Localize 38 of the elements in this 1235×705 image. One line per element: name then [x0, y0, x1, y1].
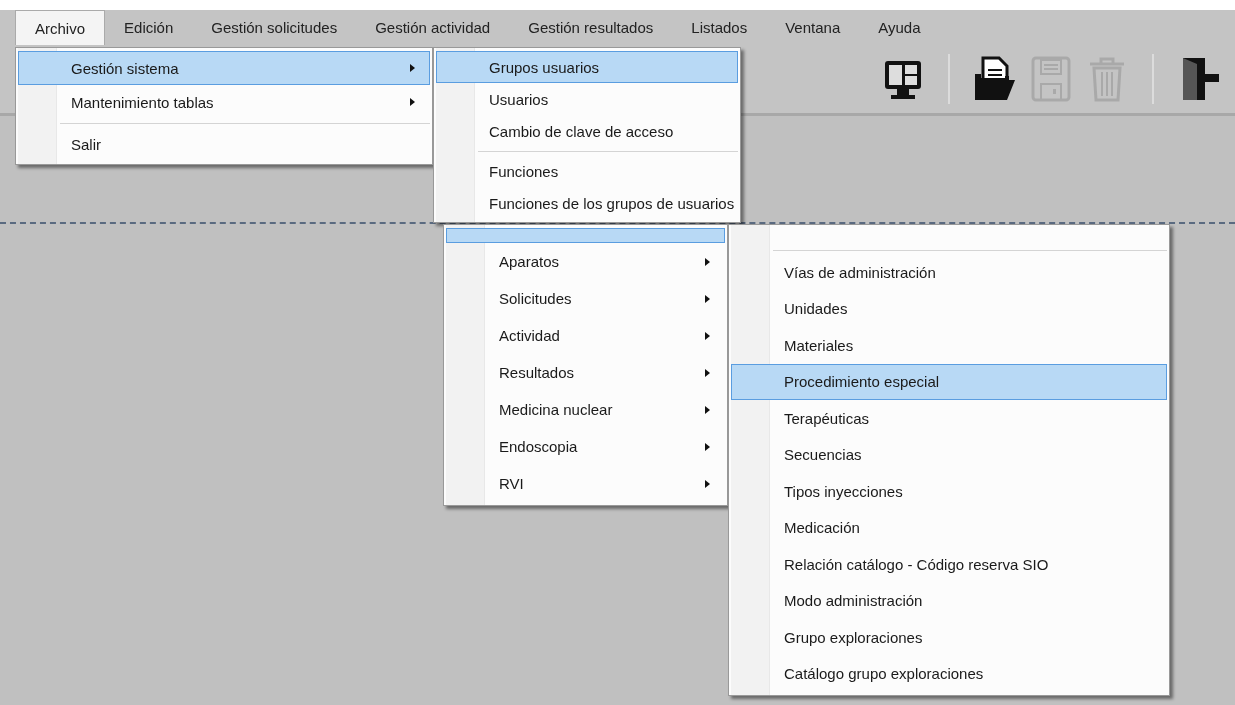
trash-icon: [1087, 56, 1127, 102]
menu-bar-item[interactable]: Gestión actividad: [356, 10, 510, 45]
menu-item[interactable]: Actividad: [446, 317, 725, 354]
menu-item[interactable]: Catálogo grupo exploraciones: [731, 655, 1167, 692]
menu-item[interactable]: Endoscopia: [446, 428, 725, 465]
menu-bar-item[interactable]: Edición: [105, 10, 193, 45]
menu-item[interactable]: Resultados: [446, 354, 725, 391]
menu-bar-item[interactable]: Archivo: [15, 10, 106, 45]
menu-item[interactable]: Tipos inyecciones: [731, 473, 1167, 510]
folder-document-icon: [973, 56, 1017, 102]
menu-bar-item[interactable]: Ayuda: [859, 10, 940, 45]
menu-item[interactable]: Solicitudes: [446, 280, 725, 317]
menu-bar-item[interactable]: Ventana: [766, 10, 860, 45]
menu-item[interactable]: Usuarios: [436, 83, 738, 115]
menu-item[interactable]: Gestión sistema: [18, 51, 430, 85]
menu-bar-item[interactable]: Gestión resultados: [509, 10, 673, 45]
menu-item[interactable]: RVI: [446, 465, 725, 502]
menu-item[interactable]: Cambio de clave de acceso: [436, 115, 738, 147]
menu-item[interactable]: Mantenimiento tablas: [18, 85, 430, 119]
menu-item[interactable]: Funciones de los grupos de usuarios: [436, 187, 738, 219]
menu-item[interactable]: Procedimiento especial: [731, 363, 1167, 400]
menu-item[interactable]: Terapéuticas: [731, 400, 1167, 437]
menu-item[interactable]: Salir: [18, 127, 430, 161]
menu-item[interactable]: Aparatos: [446, 243, 725, 280]
menu-item[interactable]: Funciones: [436, 155, 738, 187]
menu-item[interactable]: Relación catálogo - Código reserva SIO: [731, 546, 1167, 583]
menu-item[interactable]: Grupo exploraciones: [731, 619, 1167, 656]
menu-item[interactable]: Vías de administración: [731, 254, 1167, 291]
toolbar-button[interactable]: [972, 56, 1018, 102]
menu-item[interactable]: Medicina nuclear: [446, 391, 725, 428]
menu-item[interactable]: Unidades: [731, 290, 1167, 327]
menu-item[interactable]: Materiales: [731, 327, 1167, 364]
menu-item[interactable]: Grupos usuarios: [436, 51, 738, 83]
menu-item[interactable]: Secuencias: [731, 436, 1167, 473]
menu-item[interactable]: Modo administración: [731, 582, 1167, 619]
menu-item[interactable]: Medicación: [731, 509, 1167, 546]
menu-bar-item[interactable]: Listados: [672, 10, 767, 45]
menu-bar-item[interactable]: Gestión solicitudes: [192, 10, 357, 45]
